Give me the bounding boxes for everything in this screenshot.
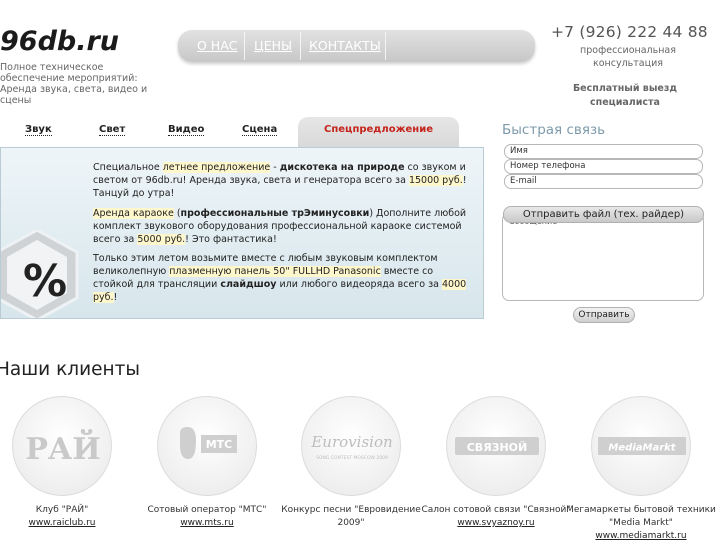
rai-logo-icon: РАЙ <box>25 429 100 467</box>
p2-highlight-karaoke: Аренда караоке <box>93 208 174 219</box>
client-link[interactable]: www.raiclub.ru <box>0 517 137 530</box>
client-link[interactable]: www.mts.ru <box>132 517 282 530</box>
send-button[interactable]: Отправить <box>573 307 635 323</box>
message-field[interactable]: Сообщение <box>502 213 704 301</box>
svyaznoy-logo-icon: СВЯЗНОЙ <box>455 437 539 455</box>
rai-logo-text: РАЙ <box>25 429 100 467</box>
p1-bold-disco: дискотека на природе <box>279 162 405 173</box>
promo-paragraph-2: Аренда караоке (профессиональные трЭмину… <box>93 207 473 246</box>
percent-badge-icon: % <box>1 230 79 318</box>
nav-contacts[interactable]: КОНТАКТЫ <box>309 38 381 53</box>
name-field[interactable]: Имя <box>504 144 703 159</box>
client-caption: Мегамаркеты бытовой техники "Media Markt… <box>566 505 716 528</box>
email-field[interactable]: E-mail <box>504 174 703 189</box>
client-logo-rai[interactable]: РАЙ <box>12 396 112 496</box>
client-card: МТС Сотовый оператор "МТС" www.mts.ru <box>132 396 282 530</box>
clients-title: Наши клиенты <box>0 359 140 380</box>
mts-logo-icon: МТС <box>180 427 237 459</box>
nav-about[interactable]: О НАС <box>197 38 238 53</box>
free-visit-label: Бесплатный выезд специалиста <box>572 83 678 108</box>
quick-contact-title: Быстрая связь <box>502 122 606 138</box>
tab-video[interactable]: Видео <box>168 124 205 136</box>
mediamarkt-logo-text: MediaMarkt <box>608 443 676 454</box>
p3-text: ! <box>113 292 118 303</box>
tab-special-offer[interactable]: Спецпредложение <box>298 117 459 155</box>
client-card: Eurovision SONG CONTEST MOSCOW 2009 Конк… <box>276 396 426 530</box>
eurovision-logo-text: Eurovision <box>310 433 392 451</box>
tab-stage[interactable]: Сцена <box>242 124 278 136</box>
p1-highlight-summer: летнее предложение <box>162 162 271 173</box>
eurovision-logo-subtext: SONG CONTEST MOSCOW 2009 <box>316 455 388 461</box>
client-logo-mts[interactable]: МТС <box>157 396 257 496</box>
p3-bold-slideshow: слайдшоу <box>220 279 277 290</box>
client-caption: Сотовый оператор "МТС" <box>147 505 267 515</box>
p3-text: или любого видеоряда всего за <box>276 279 443 290</box>
p1-text: - <box>270 162 280 173</box>
p1-price: 15000 руб. <box>408 175 463 186</box>
client-link[interactable]: www.svyaznoy.ru <box>421 517 571 530</box>
p2-text: ( <box>173 208 181 219</box>
p3-highlight-panel: плазменную панель 50" FULLHD Panasonic <box>169 266 381 277</box>
client-caption: Клуб "РАЙ" <box>35 505 89 515</box>
nav-rehearsal[interactable]: РЕПЕТИЦИОННАЯ БАЗА <box>196 69 348 84</box>
promo-panel: % Специальное летнее предложение - диско… <box>0 147 484 319</box>
tagline: Полное техническое обеспечение мероприят… <box>0 62 148 106</box>
client-logo-svyaznoy[interactable]: СВЯЗНОЙ <box>446 396 546 496</box>
site-logo[interactable]: 96db.ru <box>0 22 140 60</box>
p2-price: 5000 руб. <box>137 234 186 245</box>
p2-text: ! Это фантастика! <box>185 234 277 245</box>
client-caption: Салон сотовой связи "Связной" <box>421 505 571 515</box>
tab-sound[interactable]: Звук <box>25 124 52 136</box>
tab-special-offer-label: Спецпредложение <box>324 124 433 135</box>
client-card: MediaMarkt Мегамаркеты бытовой техники "… <box>566 396 716 543</box>
eurovision-logo-icon: Eurovision SONG CONTEST MOSCOW 2009 <box>310 433 392 461</box>
percent-glyph: % <box>23 256 67 307</box>
client-caption: Конкурс песни "Евровидение 2009" <box>281 505 421 528</box>
client-logo-mediamarkt[interactable]: MediaMarkt <box>591 396 691 496</box>
client-link[interactable]: www.mediamarkt.ru <box>566 530 716 543</box>
promo-paragraph-3: Только этим летом возьмите вместе с любы… <box>93 252 473 304</box>
nav-prices[interactable]: ЦЕНЫ <box>254 38 292 53</box>
client-card: РАЙ Клуб "РАЙ" www.raiclub.ru <box>0 396 137 530</box>
client-logo-eurovision[interactable]: Eurovision SONG CONTEST MOSCOW 2009 <box>301 396 401 496</box>
svyaznoy-logo-text: СВЯЗНОЙ <box>467 441 528 454</box>
p1-text: Специальное <box>93 162 163 173</box>
client-card: СВЯЗНОЙ Салон сотовой связи "Связной" ww… <box>421 396 571 530</box>
tab-light[interactable]: Свет <box>99 124 126 136</box>
p2-bold-minus: профессиональные трЭминусовки <box>180 208 370 219</box>
mts-logo-text: МТС <box>206 438 233 451</box>
phone-field[interactable]: Номер телефона <box>504 159 703 174</box>
phone-number: +7 (926) 222 44 88 <box>551 23 708 41</box>
upload-file-button[interactable]: Отправить файл (тех. райдер) <box>503 206 704 223</box>
logo-text: 96db.ru <box>0 26 119 57</box>
consult-label: профессиональная консультация <box>580 45 676 69</box>
promo-paragraph-1: Специальное летнее предложение - дискоте… <box>93 161 473 200</box>
mediamarkt-logo-icon: MediaMarkt <box>598 437 686 455</box>
